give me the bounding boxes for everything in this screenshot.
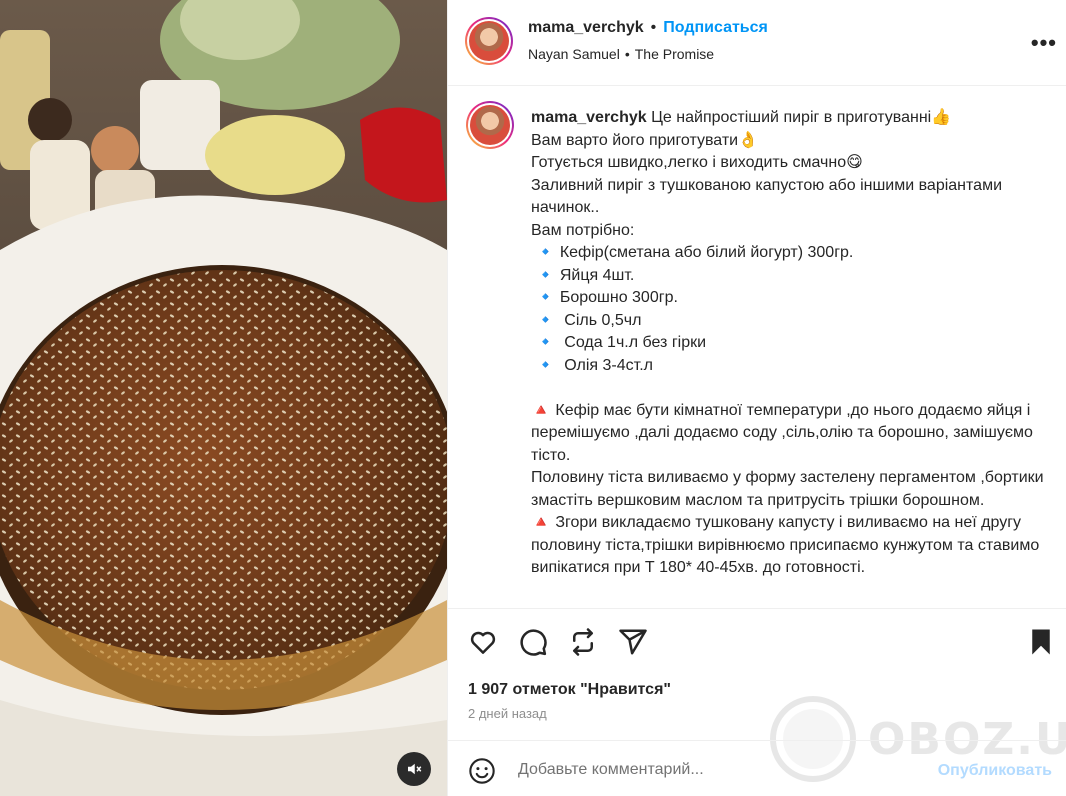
caption-text: mama_verchyk Це найпростіший пиріг в при… <box>531 107 1051 580</box>
comment-input[interactable] <box>518 757 918 783</box>
audio-title[interactable]: The Promise <box>635 46 714 62</box>
comment-icon[interactable] <box>518 627 548 657</box>
header-title-row: mama_verchyk • Подписаться <box>528 19 768 37</box>
post-header: mama_verchyk • Подписаться Nayan Samuel •… <box>448 0 1066 86</box>
mute-button[interactable] <box>397 752 431 786</box>
heart-icon[interactable] <box>468 627 498 657</box>
caption-body: Це найпростіший пиріг в приготуванні👍 Ва… <box>531 109 1044 576</box>
repost-icon[interactable] <box>568 627 598 657</box>
emoji-icon[interactable] <box>468 757 496 785</box>
comment-bar: Опубликовать <box>448 740 1066 796</box>
avatar[interactable] <box>465 17 513 65</box>
caption-area: mama_verchyk Це найпростіший пиріг в при… <box>448 87 1066 607</box>
post-media[interactable] <box>0 0 447 796</box>
post-date[interactable]: 2 дней назад <box>468 706 547 721</box>
audio-info: Nayan Samuel • The Promise <box>528 46 715 62</box>
pie-photo <box>0 0 447 796</box>
bookmark-icon[interactable] <box>1026 627 1056 657</box>
publish-button[interactable]: Опубликовать <box>938 762 1052 780</box>
share-icon[interactable] <box>618 627 648 657</box>
username-link[interactable]: mama_verchyk <box>528 19 644 37</box>
likes-count[interactable]: 1 907 отметок "Нравится" <box>468 681 671 699</box>
follow-button[interactable]: Подписаться <box>663 19 768 37</box>
post-panel: mama_verchyk • Подписаться Nayan Samuel •… <box>447 0 1066 796</box>
separator-dot: • <box>650 19 657 36</box>
audio-artist[interactable]: Nayan Samuel <box>528 46 620 62</box>
caption-username[interactable]: mama_verchyk <box>531 109 647 126</box>
post-actions: 1 907 отметок "Нравится" 2 дней назад OB… <box>448 608 1066 782</box>
more-options-icon[interactable]: ••• <box>1031 30 1057 56</box>
caption-avatar[interactable] <box>466 101 514 149</box>
speaker-muted-icon <box>408 763 422 775</box>
